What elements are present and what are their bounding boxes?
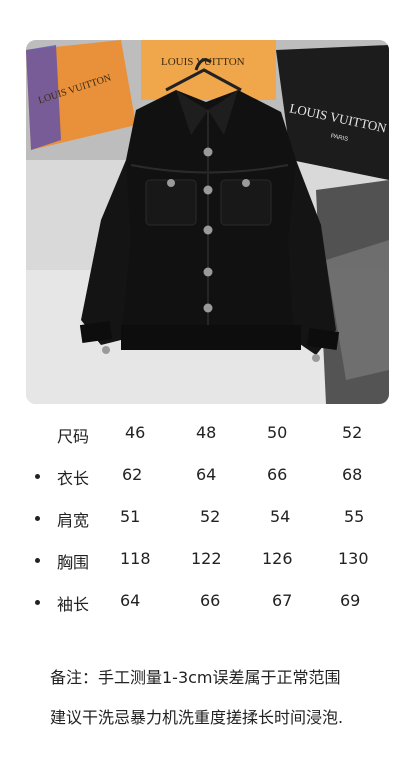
size-value: 52: [342, 423, 363, 442]
row-label: 肩宽: [57, 511, 90, 530]
size-value: 48: [196, 423, 217, 442]
row-label: 胸围: [57, 553, 90, 572]
bullet-icon: [35, 558, 40, 563]
row-value: 54: [270, 507, 291, 526]
row-value: 64: [196, 465, 217, 484]
table-row: 肩宽 51 52 54 55: [0, 503, 416, 533]
note-line-2: 建议干洗忌暴力机洗重度搓揉长时间浸泡.: [50, 708, 344, 727]
table-row: 衣长 62 64 66 68: [0, 461, 416, 491]
row-value: 55: [344, 507, 365, 526]
bag-text-center: LOUIS VUITTON: [161, 56, 245, 68]
row-value: 126: [262, 549, 293, 568]
row-value: 64: [120, 591, 141, 610]
orange-bag-center: LOUIS VUITTON: [141, 40, 276, 100]
table-row: 袖长 64 66 67 69: [0, 587, 416, 617]
row-value: 67: [272, 591, 293, 610]
bullet-icon: [35, 516, 40, 521]
size-header-row: 尺码 46 48 50 52: [0, 419, 416, 449]
row-value: 66: [200, 591, 221, 610]
row-value: 51: [120, 507, 141, 526]
row-value: 62: [122, 465, 143, 484]
row-value: 118: [120, 549, 151, 568]
row-value: 52: [200, 507, 221, 526]
row-value: 68: [342, 465, 363, 484]
product-photo: LOUIS VUITTON LOUIS VUITTON LOUIS VUITTO…: [26, 40, 389, 404]
row-value: 130: [338, 549, 369, 568]
table-row: 胸围 118 122 126 130: [0, 545, 416, 575]
row-value: 69: [340, 591, 361, 610]
bullet-icon: [35, 474, 40, 479]
size-header-label: 尺码: [57, 427, 90, 446]
size-value: 46: [125, 423, 146, 442]
bullet-icon: [35, 600, 40, 605]
row-label: 衣长: [57, 469, 90, 488]
size-value: 50: [267, 423, 288, 442]
note-line-1: 备注：手工测量1-3cm误差属于正常范围: [50, 668, 341, 687]
row-value: 66: [267, 465, 288, 484]
row-label: 袖长: [57, 595, 90, 614]
row-value: 122: [191, 549, 222, 568]
